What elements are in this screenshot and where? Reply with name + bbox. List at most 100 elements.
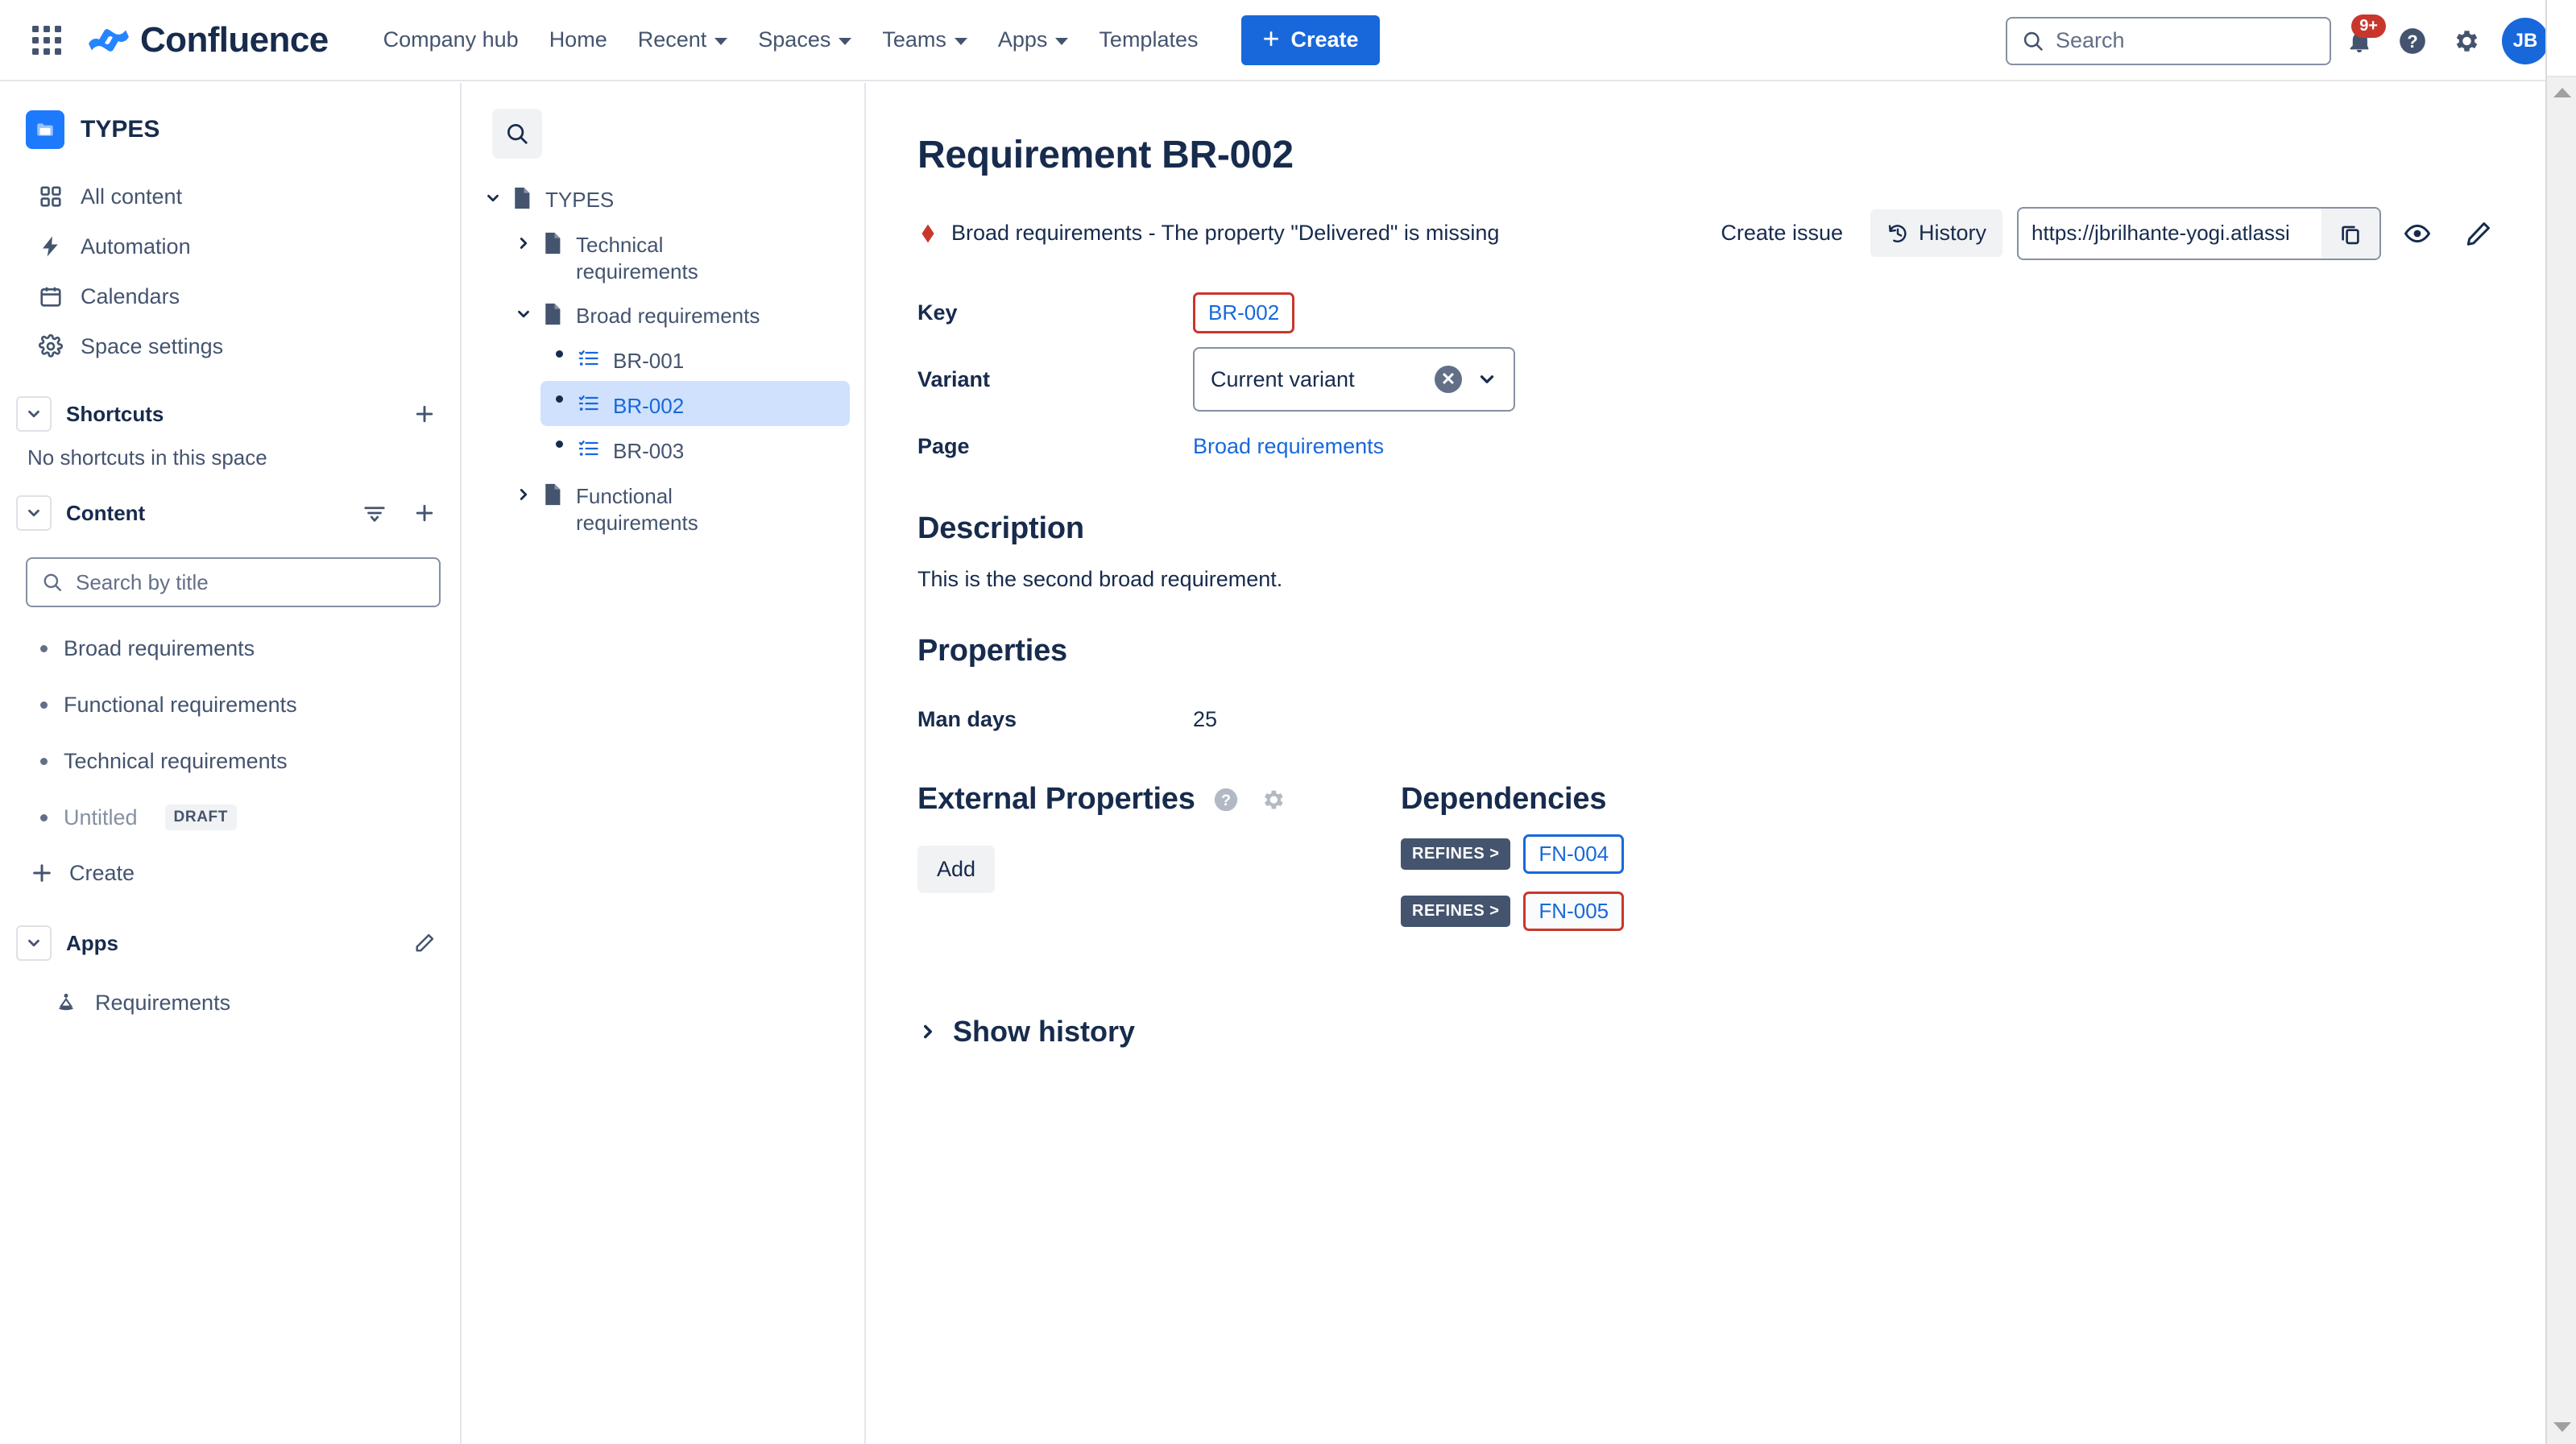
edit-apps-button[interactable] — [407, 925, 442, 961]
tree-node-label: BR-002 — [613, 387, 684, 420]
browser-scrollbar[interactable] — [2545, 0, 2576, 1444]
scrollbar-up-arrow[interactable] — [2547, 77, 2576, 108]
share-url-value[interactable]: https://jbrilhante-yogi.atlassi — [2019, 221, 2321, 246]
status-badge: DRAFT — [165, 805, 237, 830]
add-external-property-button[interactable]: Add — [917, 846, 995, 893]
variant-select[interactable]: Current variant ✕ — [1193, 347, 1515, 412]
plus-icon: + — [1262, 24, 1279, 53]
nav-company-hub[interactable]: Company hub — [371, 16, 532, 64]
notifications-button[interactable]: 9+ — [2334, 16, 2384, 66]
nav-spaces[interactable]: Spaces — [745, 16, 864, 64]
tree-node-br-002[interactable]: BR-002 — [540, 381, 850, 426]
chevron-down-icon — [839, 38, 851, 45]
confluence-logo[interactable]: Confluence — [89, 20, 329, 60]
clear-variant-icon[interactable]: ✕ — [1435, 366, 1462, 393]
tree-node-label: BR-003 — [613, 432, 684, 465]
copy-icon — [2338, 221, 2363, 246]
subheader-row: Broad requirements - The property "Deliv… — [917, 221, 2545, 246]
create-issue-button[interactable]: Create issue — [1704, 209, 1859, 257]
chevron-right-icon[interactable] — [505, 226, 542, 252]
nav-home[interactable]: Home — [536, 16, 620, 64]
gear-icon[interactable] — [1257, 784, 1289, 816]
avatar[interactable]: JB — [2502, 18, 2549, 64]
chevron-down-icon[interactable] — [505, 297, 542, 323]
nav-apps[interactable]: Apps — [985, 16, 1082, 64]
tree-search-button[interactable] — [492, 109, 542, 159]
list-item[interactable]: Functional requirements — [10, 676, 447, 733]
list-item[interactable]: Broad requirements — [10, 620, 447, 676]
help-circle-icon[interactable]: ? — [1210, 784, 1242, 816]
filter-content-button[interactable] — [357, 495, 392, 531]
tree-node-broad-requirements[interactable]: Broad requirements — [505, 291, 850, 336]
primary-nav-links: Company hub Home Recent Spaces Teams App… — [371, 16, 1211, 64]
sidebar-item-requirements[interactable]: Requirements — [10, 976, 447, 1029]
history-label: History — [1919, 221, 1986, 246]
shortcuts-collapse-toggle[interactable] — [16, 396, 52, 432]
tree-node-label: TYPES — [545, 181, 614, 213]
create-page-button[interactable]: Create — [10, 846, 447, 900]
chevron-right-icon[interactable] — [505, 478, 542, 503]
dependency-list: REFINES > FN-004 REFINES > FN-005 — [1401, 834, 1624, 931]
app-switcher-icon[interactable] — [26, 19, 68, 61]
share-url-field[interactable]: https://jbrilhante-yogi.atlassi — [2017, 207, 2381, 260]
sidebar-item-label: Automation — [81, 234, 191, 259]
dependency-key-chip[interactable]: FN-004 — [1523, 834, 1624, 874]
watch-button[interactable] — [2392, 209, 2442, 259]
list-item[interactable]: Technical requirements — [10, 733, 447, 789]
filter-icon — [362, 501, 387, 525]
page-icon — [542, 478, 563, 507]
edit-button[interactable] — [2454, 209, 2504, 259]
chevron-down-icon[interactable] — [1476, 369, 1497, 390]
content-collapse-toggle[interactable] — [16, 495, 52, 531]
tree-node-technical-requirements[interactable]: Technical requirements — [505, 220, 850, 291]
folder-icon — [35, 119, 56, 140]
settings-button[interactable] — [2441, 16, 2491, 66]
nav-label: Templates — [1099, 27, 1198, 52]
requirement-toolbar: Create issue History https://jbrilhante-… — [1704, 207, 2504, 260]
dependency-type-badge[interactable]: REFINES > — [1401, 838, 1510, 870]
tree-node-functional-requirements[interactable]: Functional requirements — [505, 471, 850, 542]
tree-node-br-001[interactable]: BR-001 — [540, 336, 850, 381]
chevron-down-icon[interactable] — [474, 181, 511, 207]
history-button[interactable]: History — [1870, 209, 2002, 257]
validation-warning: Broad requirements - The property "Deliv… — [917, 221, 1499, 246]
copy-url-button[interactable] — [2321, 209, 2379, 259]
nav-recent[interactable]: Recent — [625, 16, 741, 64]
nav-teams[interactable]: Teams — [869, 16, 980, 64]
search-input[interactable]: Search — [2006, 17, 2331, 65]
bullet-icon — [40, 701, 48, 709]
sidebar-item-all-content[interactable]: All content — [10, 172, 447, 221]
tree-node-types[interactable]: TYPES — [474, 175, 850, 220]
key-chip[interactable]: BR-002 — [1193, 292, 1294, 333]
notification-count-badge: 9+ — [2351, 14, 2386, 38]
requirement-list-icon — [578, 432, 600, 460]
sidebar-item-label: Calendars — [81, 284, 180, 309]
chevron-down-icon — [25, 504, 43, 522]
add-content-button[interactable] — [407, 495, 442, 531]
sidebar-item-space-settings[interactable]: Space settings — [10, 321, 447, 371]
page-link[interactable]: Broad requirements — [1193, 434, 1384, 459]
dependency-type-badge[interactable]: REFINES > — [1401, 896, 1510, 927]
chevron-down-icon — [1055, 38, 1068, 45]
sidebar-item-automation[interactable]: Automation — [10, 221, 447, 271]
app-label: Requirements — [95, 991, 230, 1016]
dependency-key-chip[interactable]: FN-005 — [1523, 892, 1624, 931]
list-item[interactable]: Untitled DRAFT — [10, 789, 447, 846]
space-header[interactable]: TYPES — [0, 83, 460, 149]
content-search-input[interactable]: Search by title — [26, 557, 441, 607]
add-shortcut-button[interactable] — [407, 396, 442, 432]
create-button[interactable]: + Create — [1241, 15, 1379, 65]
nav-label: Spaces — [758, 27, 830, 52]
help-button[interactable]: ? — [2388, 16, 2437, 66]
apps-collapse-toggle[interactable] — [16, 925, 52, 961]
show-history-toggle[interactable]: Show history — [917, 1015, 1135, 1049]
create-label: Create — [69, 861, 135, 886]
scrollbar-down-arrow[interactable] — [2547, 1412, 2576, 1442]
content-section-header: Content — [10, 488, 447, 538]
tree-node-br-003[interactable]: BR-003 — [540, 426, 850, 471]
nav-templates[interactable]: Templates — [1086, 16, 1211, 64]
external-props-and-dependencies: External Properties ? Add Dependencies — [917, 782, 2545, 931]
sidebar-item-calendars[interactable]: Calendars — [10, 271, 447, 321]
search-icon — [2022, 30, 2044, 52]
page-label: Functional requirements — [64, 693, 297, 718]
